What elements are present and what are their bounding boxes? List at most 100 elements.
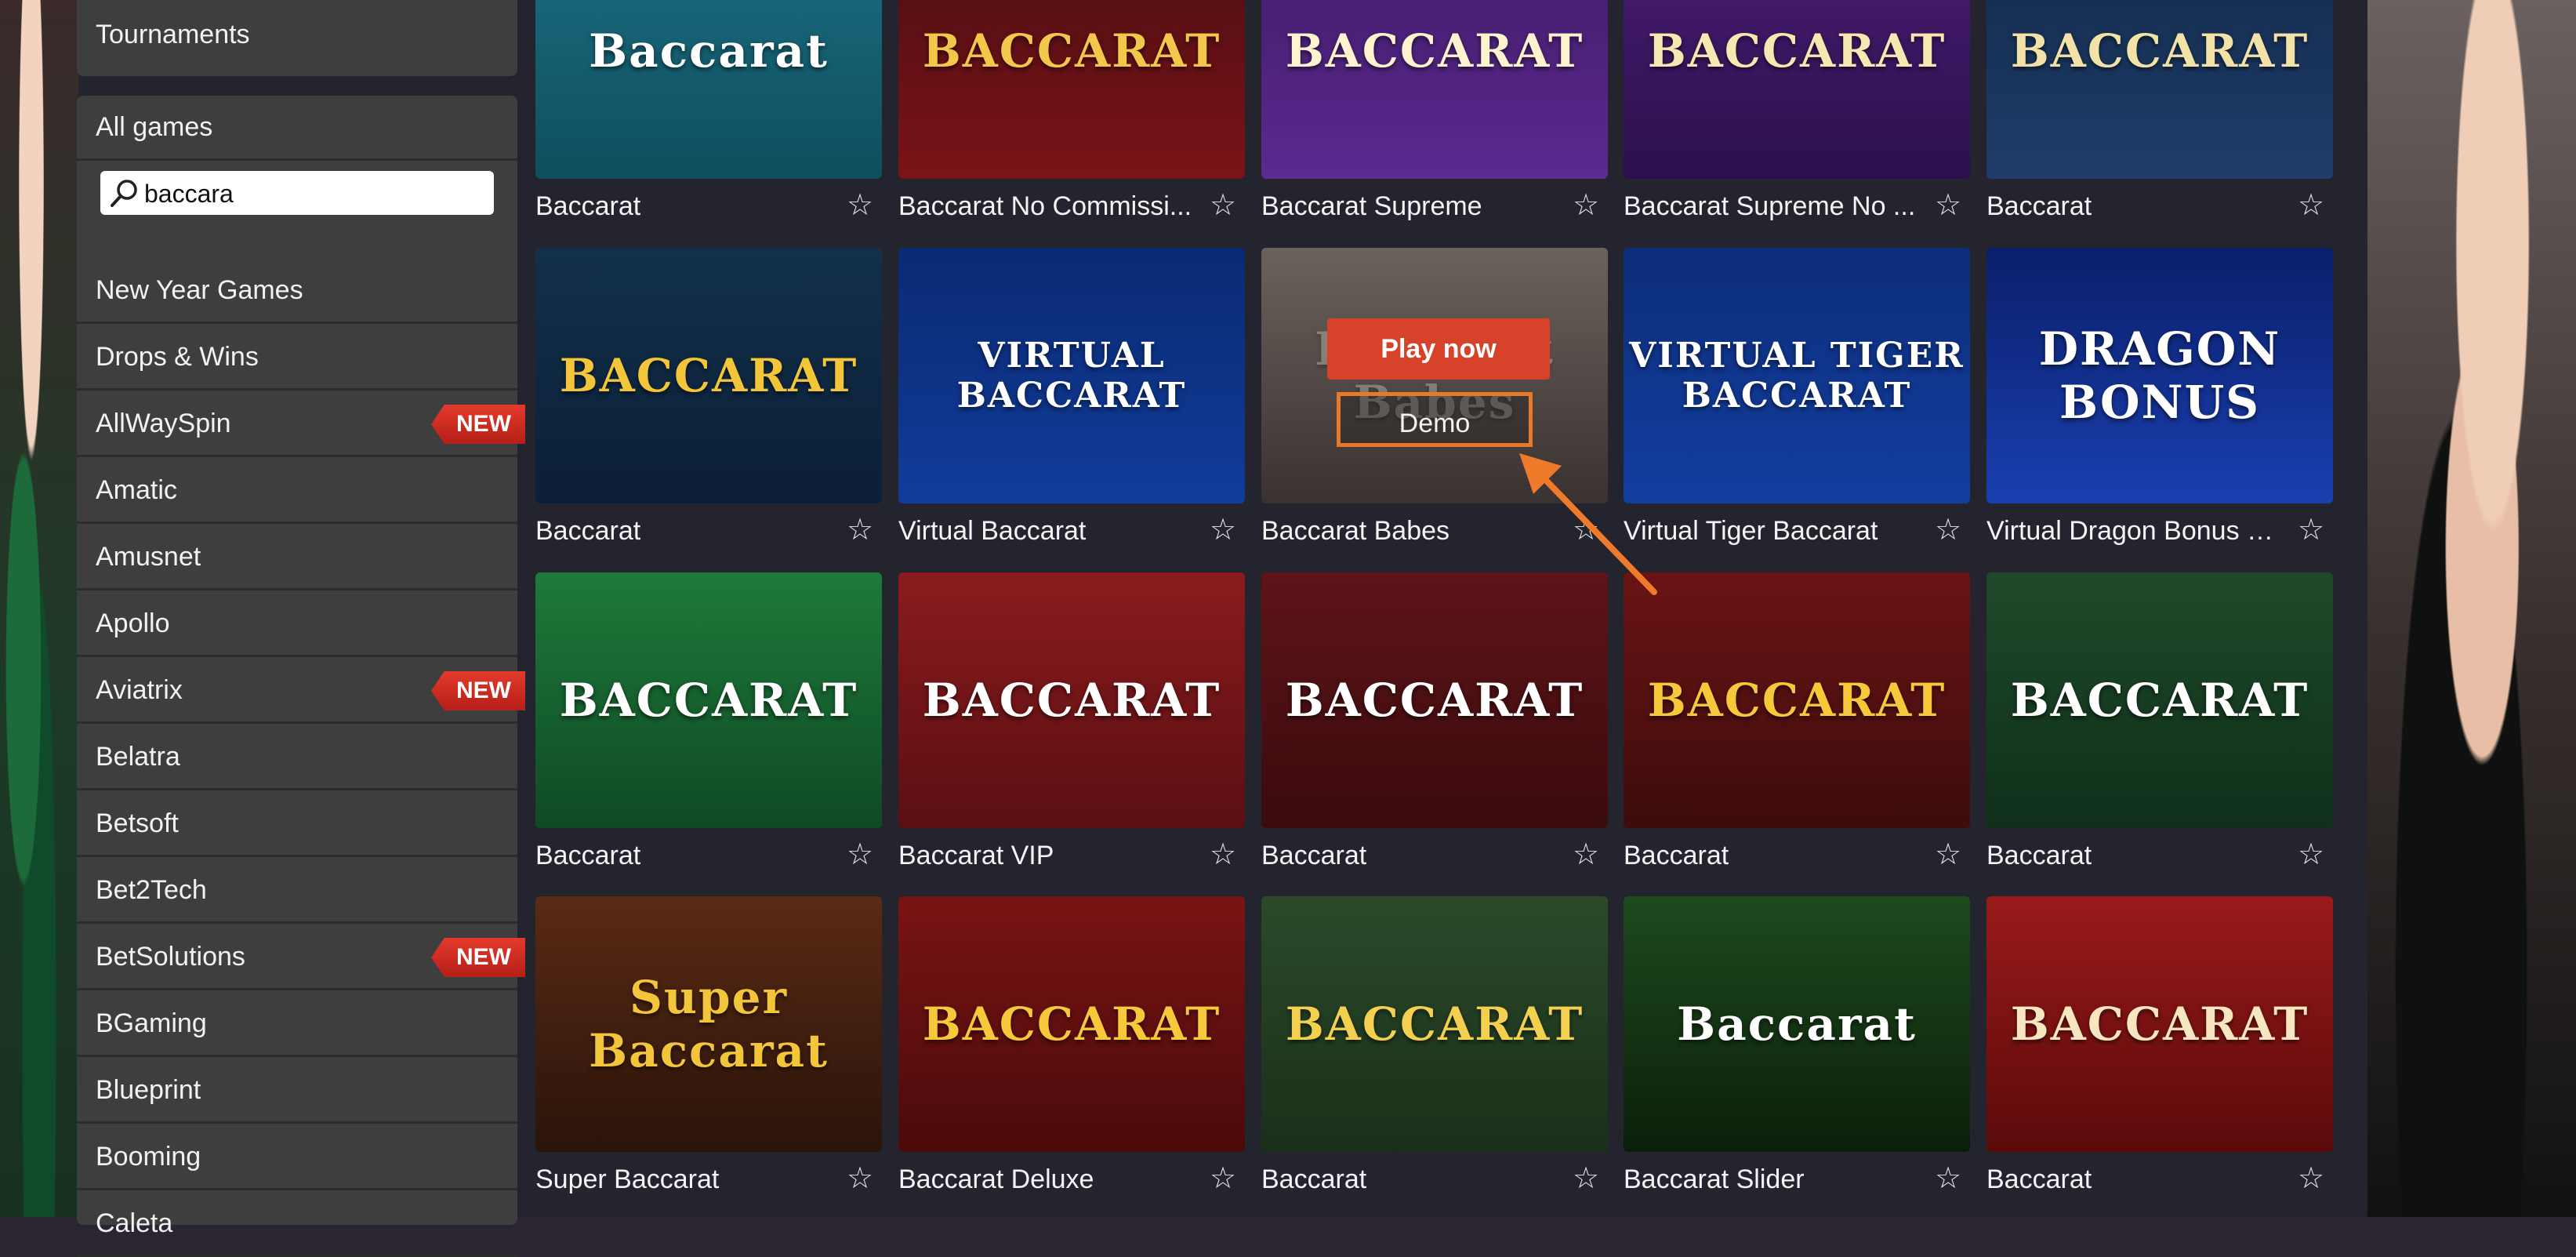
favorite-star-icon[interactable]: ☆: [843, 513, 877, 547]
sidebar: Tournaments All games New Year Games Drop…: [77, 0, 525, 1257]
sidebar-item-betsoft[interactable]: Betsoft: [77, 792, 517, 857]
sidebar-item-bet2tech[interactable]: Bet2Tech: [77, 859, 517, 924]
favorite-star-icon[interactable]: ☆: [1931, 837, 1965, 872]
sidebar-item-bgaming[interactable]: BGaming: [77, 992, 517, 1057]
favorite-star-icon[interactable]: ☆: [1569, 188, 1603, 223]
game-logo-art: BACCARAT: [922, 674, 1221, 727]
sidebar-item-aviatrix[interactable]: Aviatrix NEW: [77, 659, 525, 724]
game-logo-art: BACCARAT: [559, 674, 858, 727]
new-badge: NEW: [431, 938, 525, 977]
game-thumbnail[interactable]: BACCARAT: [1261, 896, 1608, 1152]
favorite-star-icon[interactable]: ☆: [1931, 1161, 1965, 1196]
game-thumbnail[interactable]: Baccarat: [535, 0, 882, 179]
sidebar-item-blueprint[interactable]: Blueprint: [77, 1059, 517, 1124]
favorite-star-icon[interactable]: ☆: [843, 837, 877, 872]
sidebar-item-label: BGaming: [96, 1008, 207, 1038]
favorite-star-icon[interactable]: ☆: [1569, 837, 1603, 872]
game-logo-art: BACCARAT: [2010, 674, 2309, 727]
search-input[interactable]: [143, 171, 491, 216]
game-thumbnail[interactable]: DRAGON BONUS: [1986, 248, 2333, 503]
sidebar-item-amusnet[interactable]: Amusnet: [77, 525, 517, 590]
game-title: Baccarat: [1986, 841, 2092, 870]
favorite-star-icon[interactable]: ☆: [1206, 837, 1240, 872]
game-title: Virtual Baccarat: [898, 516, 1087, 546]
game-logo-art: BACCARAT: [1285, 24, 1584, 78]
favorite-star-icon[interactable]: ☆: [1206, 513, 1240, 547]
sidebar-item-label: Belatra: [96, 742, 180, 772]
favorite-star-icon[interactable]: ☆: [1206, 188, 1240, 223]
favorite-star-icon[interactable]: ☆: [1931, 188, 1965, 223]
game-thumbnail[interactable]: BACCARAT: [898, 572, 1245, 828]
game-logo-art: BACCARAT: [1647, 24, 1947, 78]
favorite-star-icon[interactable]: ☆: [2294, 513, 2328, 547]
favorite-star-icon[interactable]: ☆: [1931, 513, 1965, 547]
game-thumbnail[interactable]: BACCARAT: [1261, 0, 1608, 179]
sidebar-item-allwayspin[interactable]: AllWaySpin NEW: [77, 392, 525, 457]
game-thumbnail[interactable]: BACCARAT: [1624, 572, 1970, 828]
favorite-star-icon[interactable]: ☆: [1569, 1161, 1603, 1196]
sidebar-item-tournaments[interactable]: Tournaments: [77, 3, 517, 68]
sidebar-item-drops-wins[interactable]: Drops & Wins: [77, 325, 517, 391]
sidebar-item-label: Amusnet: [96, 542, 201, 572]
game-logo-art: Baccarat: [1677, 997, 1917, 1051]
game-thumbnail[interactable]: BACCARAT: [898, 896, 1245, 1152]
new-badge: NEW: [431, 671, 525, 710]
game-thumbnail[interactable]: BACCARAT: [535, 248, 882, 503]
game-thumbnail[interactable]: BACCARAT: [1261, 572, 1608, 828]
favorite-star-icon[interactable]: ☆: [2294, 188, 2328, 223]
sidebar-item-label: BetSolutions: [96, 942, 245, 972]
game-title: Baccarat VIP: [898, 841, 1054, 870]
sidebar-item-betsolutions[interactable]: BetSolutions NEW: [77, 925, 525, 990]
favorite-star-icon[interactable]: ☆: [843, 188, 877, 223]
sidebar-item-label: AllWaySpin: [96, 409, 231, 438]
game-title: Baccarat: [1624, 841, 1729, 870]
pointer-arrow: [1519, 453, 1657, 595]
sidebar-item-label: Booming: [96, 1142, 201, 1172]
sidebar-item-booming[interactable]: Booming: [77, 1125, 517, 1190]
game-thumbnail[interactable]: Super Baccarat: [535, 896, 882, 1152]
favorite-star-icon[interactable]: ☆: [2294, 837, 2328, 872]
sidebar-item-apollo[interactable]: Apollo: [77, 592, 517, 657]
sidebar-item-belatra[interactable]: Belatra: [77, 725, 517, 790]
game-thumbnail[interactable]: BACCARAT: [898, 0, 1245, 179]
game-logo-art: Baccarat: [589, 24, 829, 78]
game-title: Baccarat Supreme No ...: [1624, 191, 1916, 221]
game-title: Super Baccarat: [535, 1164, 720, 1194]
game-logo-art: BACCARAT: [1647, 674, 1947, 727]
games-category-block: All games New Year Games Drops & Wins AllW…: [77, 96, 525, 1257]
search-icon: [111, 180, 137, 207]
game-thumbnail[interactable]: BACCARAT: [535, 572, 882, 828]
game-thumbnail[interactable]: BACCARAT: [1624, 0, 1970, 179]
game-title: Baccarat: [1986, 1164, 2092, 1194]
game-title: Virtual Dragon Bonus Ba...: [1986, 516, 2284, 546]
search-box[interactable]: [100, 171, 494, 216]
favorite-star-icon[interactable]: ☆: [2294, 1161, 2328, 1196]
favorite-star-icon[interactable]: ☆: [1206, 1161, 1240, 1196]
sidebar-item-label: Caleta: [96, 1208, 173, 1238]
game-thumbnail[interactable]: BACCARAT: [1986, 896, 2333, 1152]
tournaments-block: Tournaments: [77, 0, 517, 76]
new-badge: NEW: [431, 405, 525, 444]
game-thumbnail[interactable]: Baccarat: [1624, 896, 1970, 1152]
game-logo-art: VIRTUAL TIGER BACCARAT: [1629, 336, 1965, 416]
favorite-star-icon[interactable]: ☆: [843, 1161, 877, 1196]
sidebar-item-amatic[interactable]: Amatic: [77, 459, 517, 524]
game-logo-art: BACCARAT: [559, 349, 858, 402]
sidebar-item-all-games[interactable]: All games: [77, 96, 517, 161]
game-title: Baccarat: [535, 191, 641, 221]
game-title: Baccarat: [535, 516, 641, 546]
game-thumbnail[interactable]: BACCARAT: [1986, 572, 2333, 828]
sidebar-item-label: Apollo: [96, 609, 170, 638]
game-logo-art: BACCARAT: [1285, 674, 1584, 727]
sidebar-item-label: Aviatrix: [96, 675, 183, 705]
game-thumbnail[interactable]: BACCARAT: [1986, 0, 2333, 179]
game-logo-art: BACCARAT: [922, 997, 1221, 1051]
game-title: Baccarat: [1261, 1164, 1367, 1194]
sidebar-item-label: Drops & Wins: [96, 342, 259, 372]
play-now-button[interactable]: Play now: [1327, 318, 1550, 380]
demo-button[interactable]: Demo: [1337, 392, 1533, 447]
game-thumbnail[interactable]: VIRTUAL BACCARAT: [898, 248, 1245, 503]
sidebar-item-new-year-games[interactable]: New Year Games: [77, 259, 517, 324]
sidebar-item-label: New Year Games: [96, 275, 303, 305]
sidebar-item-caleta[interactable]: Caleta: [77, 1192, 517, 1257]
